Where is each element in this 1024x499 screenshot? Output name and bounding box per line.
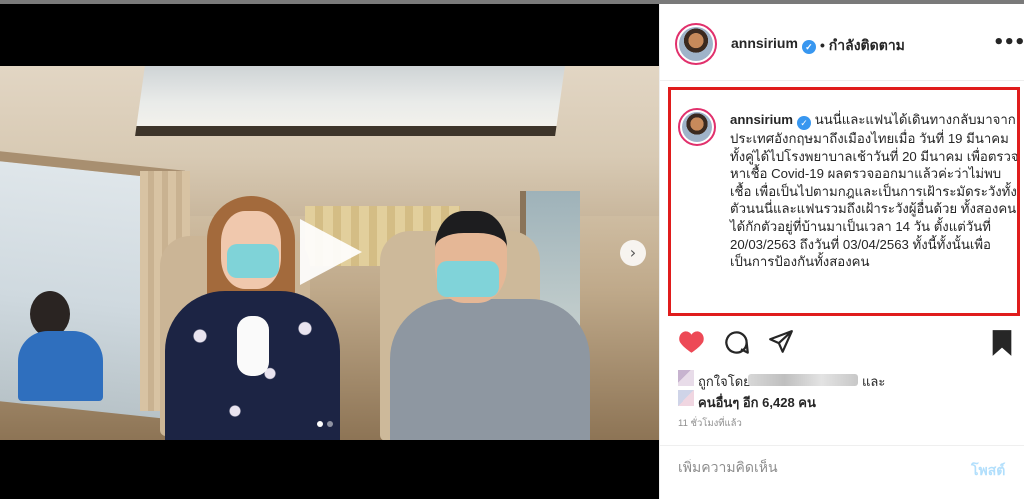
header-username[interactable]: annsirium ✓ [731,35,816,54]
post-media[interactable]: › [0,4,659,499]
bookmark-icon[interactable] [990,329,1014,361]
post-timestamp[interactable]: 11 ชั่วโมงที่แล้ว [678,416,742,431]
caption-username[interactable]: annsirium [730,112,793,127]
username-link[interactable]: annsirium [731,35,798,51]
verified-icon: ✓ [797,116,812,130]
others-likes-link[interactable]: คนอื่นๆ อีก 6,428 คน [698,392,816,413]
carousel-dots [317,421,333,427]
liker-name-redacted[interactable] [748,374,858,386]
liker-avatar[interactable] [678,370,694,386]
liked-by-label: ถูกใจโดย [698,374,751,389]
action-bar [678,329,1014,357]
heart-icon[interactable] [678,329,705,358]
carousel-dot [317,421,323,427]
more-horizontal-icon[interactable]: ••• [993,32,1024,53]
and-label: และ [862,374,886,389]
liker-avatar[interactable] [678,390,694,406]
comment-icon[interactable] [723,329,750,360]
avatar[interactable] [675,23,717,65]
caption-highlight: annsirium ✓ นนนี่และแฟนได้เดินทางกลับมาจา… [668,87,1020,316]
sunroof [135,66,565,136]
header-divider [660,80,1024,81]
man-figure [385,211,595,440]
caption-avatar[interactable] [678,108,716,146]
play-icon[interactable] [300,219,362,285]
follow-status-button[interactable]: • กำลังติดตาม [820,35,905,57]
chevron-right-icon[interactable]: › [620,240,646,266]
verified-icon: ✓ [801,40,816,54]
caption-body: นนนี่และแฟนได้เดินทางกลับมาจากประเทศอังก… [730,112,1019,270]
comment-divider [660,445,1024,446]
post-comment-button[interactable]: โพสต์ [971,460,1005,482]
post-sidebar: annsirium ✓ • กำลังติดตาม ••• annsirium ✓ … [659,4,1024,499]
share-icon[interactable] [768,329,794,359]
nurse-figure [8,276,108,401]
caption-text: annsirium ✓ นนนี่และแฟนได้เดินทางกลับมาจา… [730,111,1019,271]
comment-input[interactable] [678,459,948,475]
carousel-dot [327,421,333,427]
